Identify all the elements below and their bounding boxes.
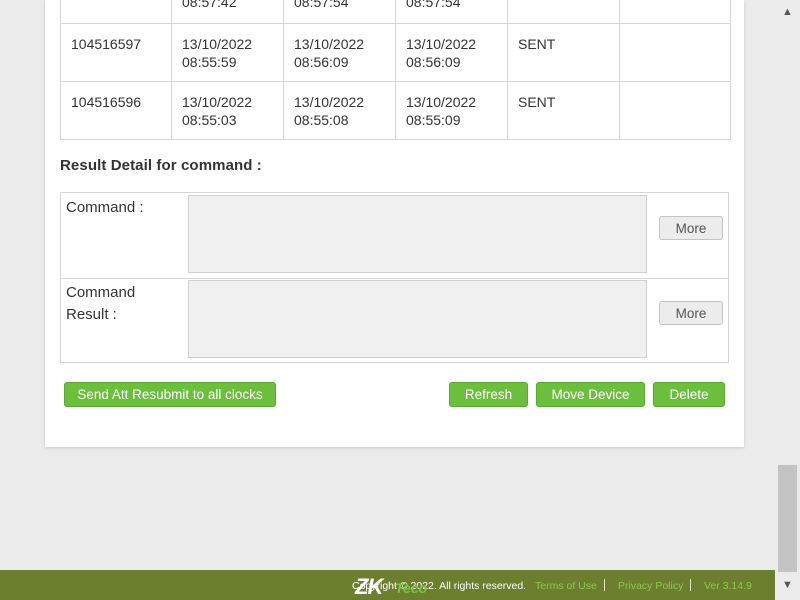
datetime-cell: 13/10/2022 08:55:03 [171, 81, 284, 140]
time-cell: 08:57:54 [283, 0, 396, 24]
table-row[interactable]: 08:57:42 08:57:54 08:57:54 [60, 0, 731, 24]
datetime-cell: 13/10/2022 08:55:09 [395, 81, 508, 140]
command-row: Command : More [61, 193, 728, 279]
command-result-more-button[interactable]: More [659, 301, 723, 325]
command-id-cell: 104516597 [60, 23, 172, 82]
datetime-cell: 13/10/2022 08:56:09 [283, 23, 396, 82]
commands-table: 08:57:42 08:57:54 08:57:54 104516597 13/… [60, 0, 731, 140]
logo-mark: ZK [355, 574, 383, 599]
extra-cell [619, 81, 731, 140]
command-result-row: Command Result : More [61, 278, 728, 363]
command-id-cell: 104516596 [60, 81, 172, 140]
delete-button[interactable]: Delete [653, 382, 725, 407]
result-detail-title: Result Detail for command : [60, 157, 262, 174]
datetime-cell: 13/10/2022 08:56:09 [395, 23, 508, 82]
command-textarea[interactable] [188, 195, 647, 273]
scroll-up-arrow-icon[interactable]: ▲ [775, 0, 800, 25]
footer-divider [604, 579, 605, 591]
extra-cell [619, 23, 731, 82]
time-cell: 08:57:54 [395, 0, 508, 24]
command-id-cell [60, 0, 172, 24]
footer-divider [690, 579, 691, 591]
extra-cell [619, 0, 731, 24]
scrollbar-thumb[interactable] [778, 465, 797, 572]
terms-of-use-link[interactable]: Terms of Use [535, 580, 597, 592]
status-cell: SENT [507, 23, 620, 82]
privacy-policy-link[interactable]: Privacy Policy [618, 580, 683, 592]
move-device-button[interactable]: Move Device [536, 382, 645, 407]
datetime-cell: 13/10/2022 08:55:59 [171, 23, 284, 82]
command-more-button[interactable]: More [659, 216, 723, 240]
table-row[interactable]: 104516596 13/10/2022 08:55:03 13/10/2022 0… [60, 81, 731, 140]
refresh-button[interactable]: Refresh [449, 382, 528, 407]
send-att-resubmit-button[interactable]: Send Att Resubmit to all clocks [64, 382, 276, 407]
table-row[interactable]: 104516597 13/10/2022 08:55:59 13/10/2022 0… [60, 23, 731, 82]
scroll-down-arrow-icon[interactable]: ▼ [775, 573, 800, 598]
command-label: Command : [66, 199, 144, 216]
vertical-scrollbar[interactable]: ▲ ▼ [775, 0, 800, 600]
time-cell: 08:57:42 [171, 0, 284, 24]
result-detail-panel: Command : More Command Result : More [60, 192, 729, 363]
footer: Copyright © 2022. All rights reserved. Z… [0, 570, 775, 600]
logo-subtext: Teco [395, 580, 428, 596]
datetime-cell: 13/10/2022 08:55:08 [283, 81, 396, 140]
command-result-textarea[interactable] [188, 280, 647, 358]
version-text: Ver 3.14.9 [704, 580, 752, 592]
status-cell [507, 0, 620, 24]
commands-panel: 08:57:42 08:57:54 08:57:54 104516597 13/… [45, 0, 744, 447]
status-cell: SENT [507, 81, 620, 140]
command-result-label: Command Result : [66, 284, 136, 323]
